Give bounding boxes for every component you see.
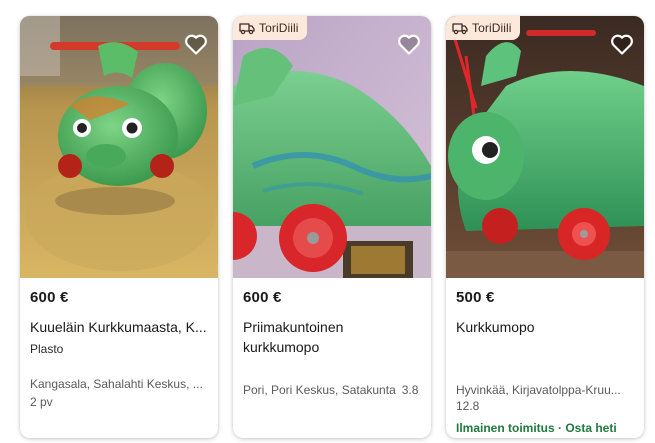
- listing-price: 500 €: [456, 289, 495, 306]
- favorite-button[interactable]: [608, 30, 636, 58]
- listing-card-1[interactable]: 600 € Kuueläin Kurkkumaasta, K... Plasto…: [20, 16, 218, 438]
- listing-date: 3.8: [401, 383, 419, 397]
- listing-date: 12.8: [456, 399, 480, 413]
- listing-info: 600 € Priimakuntoinen kurkkumopo Pori, P…: [243, 278, 423, 438]
- badge-label: ToriDiili: [259, 21, 299, 35]
- listing-meta: Kangasala, Sahalahti Keskus, ...: [30, 376, 210, 392]
- heart-outline-icon: [398, 34, 420, 55]
- listing-date: 2 pv: [30, 395, 53, 409]
- listing-title[interactable]: Kuueläin Kurkkumaasta, K...: [30, 317, 210, 337]
- delivery-truck-icon: [452, 23, 468, 35]
- listing-title[interactable]: Priimakuntoinen kurkkumopo: [243, 317, 423, 357]
- heart-outline-icon: [185, 34, 207, 55]
- listing-meta: Pori, Pori Keskus, Satakunta 3.8: [243, 382, 423, 398]
- delivery-truck-icon: [239, 23, 255, 35]
- toridiili-badge: ToriDiili: [446, 16, 520, 40]
- listing-title[interactable]: Kurkkumopo: [456, 317, 636, 337]
- listing-location: Hyvinkää, Kirjavatolppa-Kruu...: [456, 383, 621, 397]
- listing-location: Kangasala, Sahalahti Keskus, ...: [30, 377, 203, 391]
- listing-price: 600 €: [30, 289, 69, 306]
- heart-outline-icon: [611, 34, 633, 55]
- listing-location: Pori, Pori Keskus, Satakunta: [243, 383, 396, 397]
- listing-grid: 600 € Kuueläin Kurkkumaasta, K... Plasto…: [20, 16, 644, 438]
- shipping-info: Ilmainen toimitus · Osta heti: [456, 421, 617, 435]
- toridiili-badge: ToriDiili: [233, 16, 307, 40]
- badge-label: ToriDiili: [472, 21, 512, 35]
- listing-card-3[interactable]: ToriDiili 500 € Kurkkumopo Hyvinkää, Kir…: [446, 16, 644, 438]
- favorite-button[interactable]: [182, 30, 210, 58]
- listing-card-2[interactable]: ToriDiili 600 € Priimakuntoinen kurkkumo…: [233, 16, 431, 438]
- listing-brand: Plasto: [30, 342, 64, 356]
- listing-price: 600 €: [243, 289, 282, 306]
- listing-info: 500 € Kurkkumopo Hyvinkää, Kirjavatolppa…: [456, 278, 636, 438]
- listing-info: 600 € Kuueläin Kurkkumaasta, K... Plasto…: [30, 278, 210, 438]
- listing-meta: Hyvinkää, Kirjavatolppa-Kruu...: [456, 382, 636, 398]
- favorite-button[interactable]: [395, 30, 423, 58]
